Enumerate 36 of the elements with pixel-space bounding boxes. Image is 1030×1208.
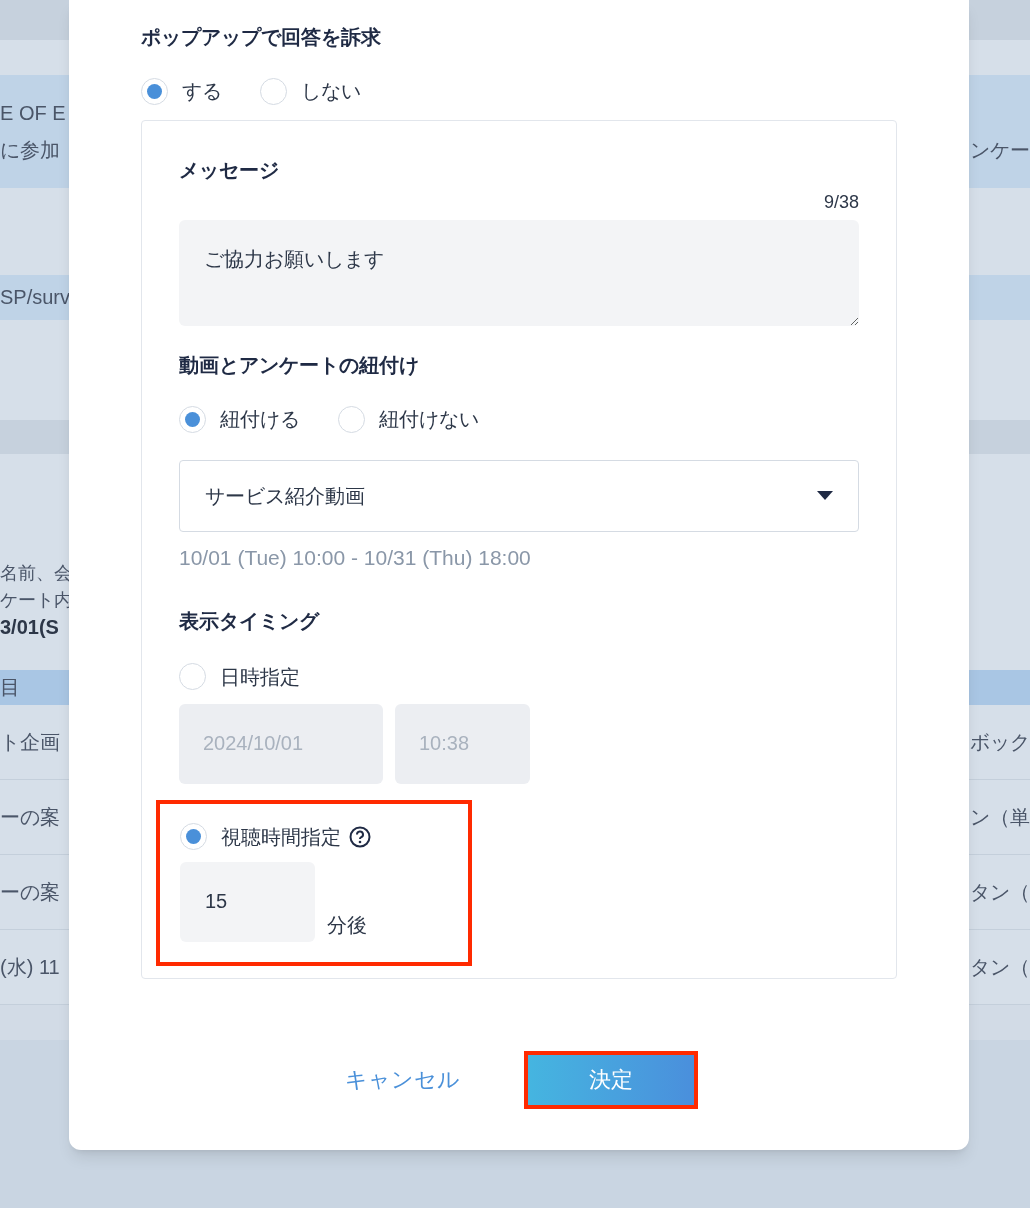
radio-button[interactable] [179, 405, 206, 433]
background-text: タン（ [970, 879, 1030, 905]
background-text: E OF E [0, 100, 66, 126]
radio-button[interactable] [338, 405, 365, 433]
background-text: ン（単 [970, 804, 1030, 830]
radio-option[interactable]: する [141, 76, 222, 106]
message-field[interactable]: ご協力お願いします [179, 220, 859, 326]
video-dropdown[interactable]: サービス紹介動画 [179, 460, 859, 532]
field-label: 動画とアンケートの紐付け [179, 353, 420, 378]
background-text: ーの案 [0, 804, 60, 830]
unit-text: 分後 [327, 912, 367, 938]
help-icon[interactable] [349, 825, 371, 848]
field-label: 表示タイミング [179, 608, 321, 634]
caret-icon [817, 491, 833, 501]
character-counter: 9/38 [823, 191, 859, 214]
period-text: 10/01 (Tue) 10:00 - 10/31 (Thu) 18:00 [179, 545, 532, 571]
background-text: SP/surv [0, 285, 71, 310]
radio-button[interactable] [180, 823, 207, 850]
radio-option[interactable]: しない [260, 76, 361, 106]
radio-option[interactable]: 視聴時間指定 [180, 821, 341, 852]
background-text: に参加 [0, 137, 61, 163]
background-text: ーの案 [0, 879, 60, 905]
radio-button[interactable] [260, 77, 287, 105]
background-text: ト企画 [0, 729, 60, 755]
background-text: ボック [970, 729, 1030, 755]
background-text: タン（ [970, 954, 1030, 980]
minutes-field[interactable]: 15 [180, 861, 315, 942]
background-text: (水) 11 [0, 954, 60, 980]
radio-button[interactable] [141, 77, 168, 105]
background-text: 目 [0, 675, 20, 700]
field-label: メッセージ [179, 158, 280, 183]
radio-option[interactable]: 紐付ける [179, 404, 300, 434]
radio-option[interactable]: 紐付けない [338, 404, 479, 434]
background-text: 3/01(S [0, 615, 60, 640]
section-title: ポップアップで回答を訴求 [141, 25, 382, 50]
background-text: ンケー [970, 138, 1030, 163]
